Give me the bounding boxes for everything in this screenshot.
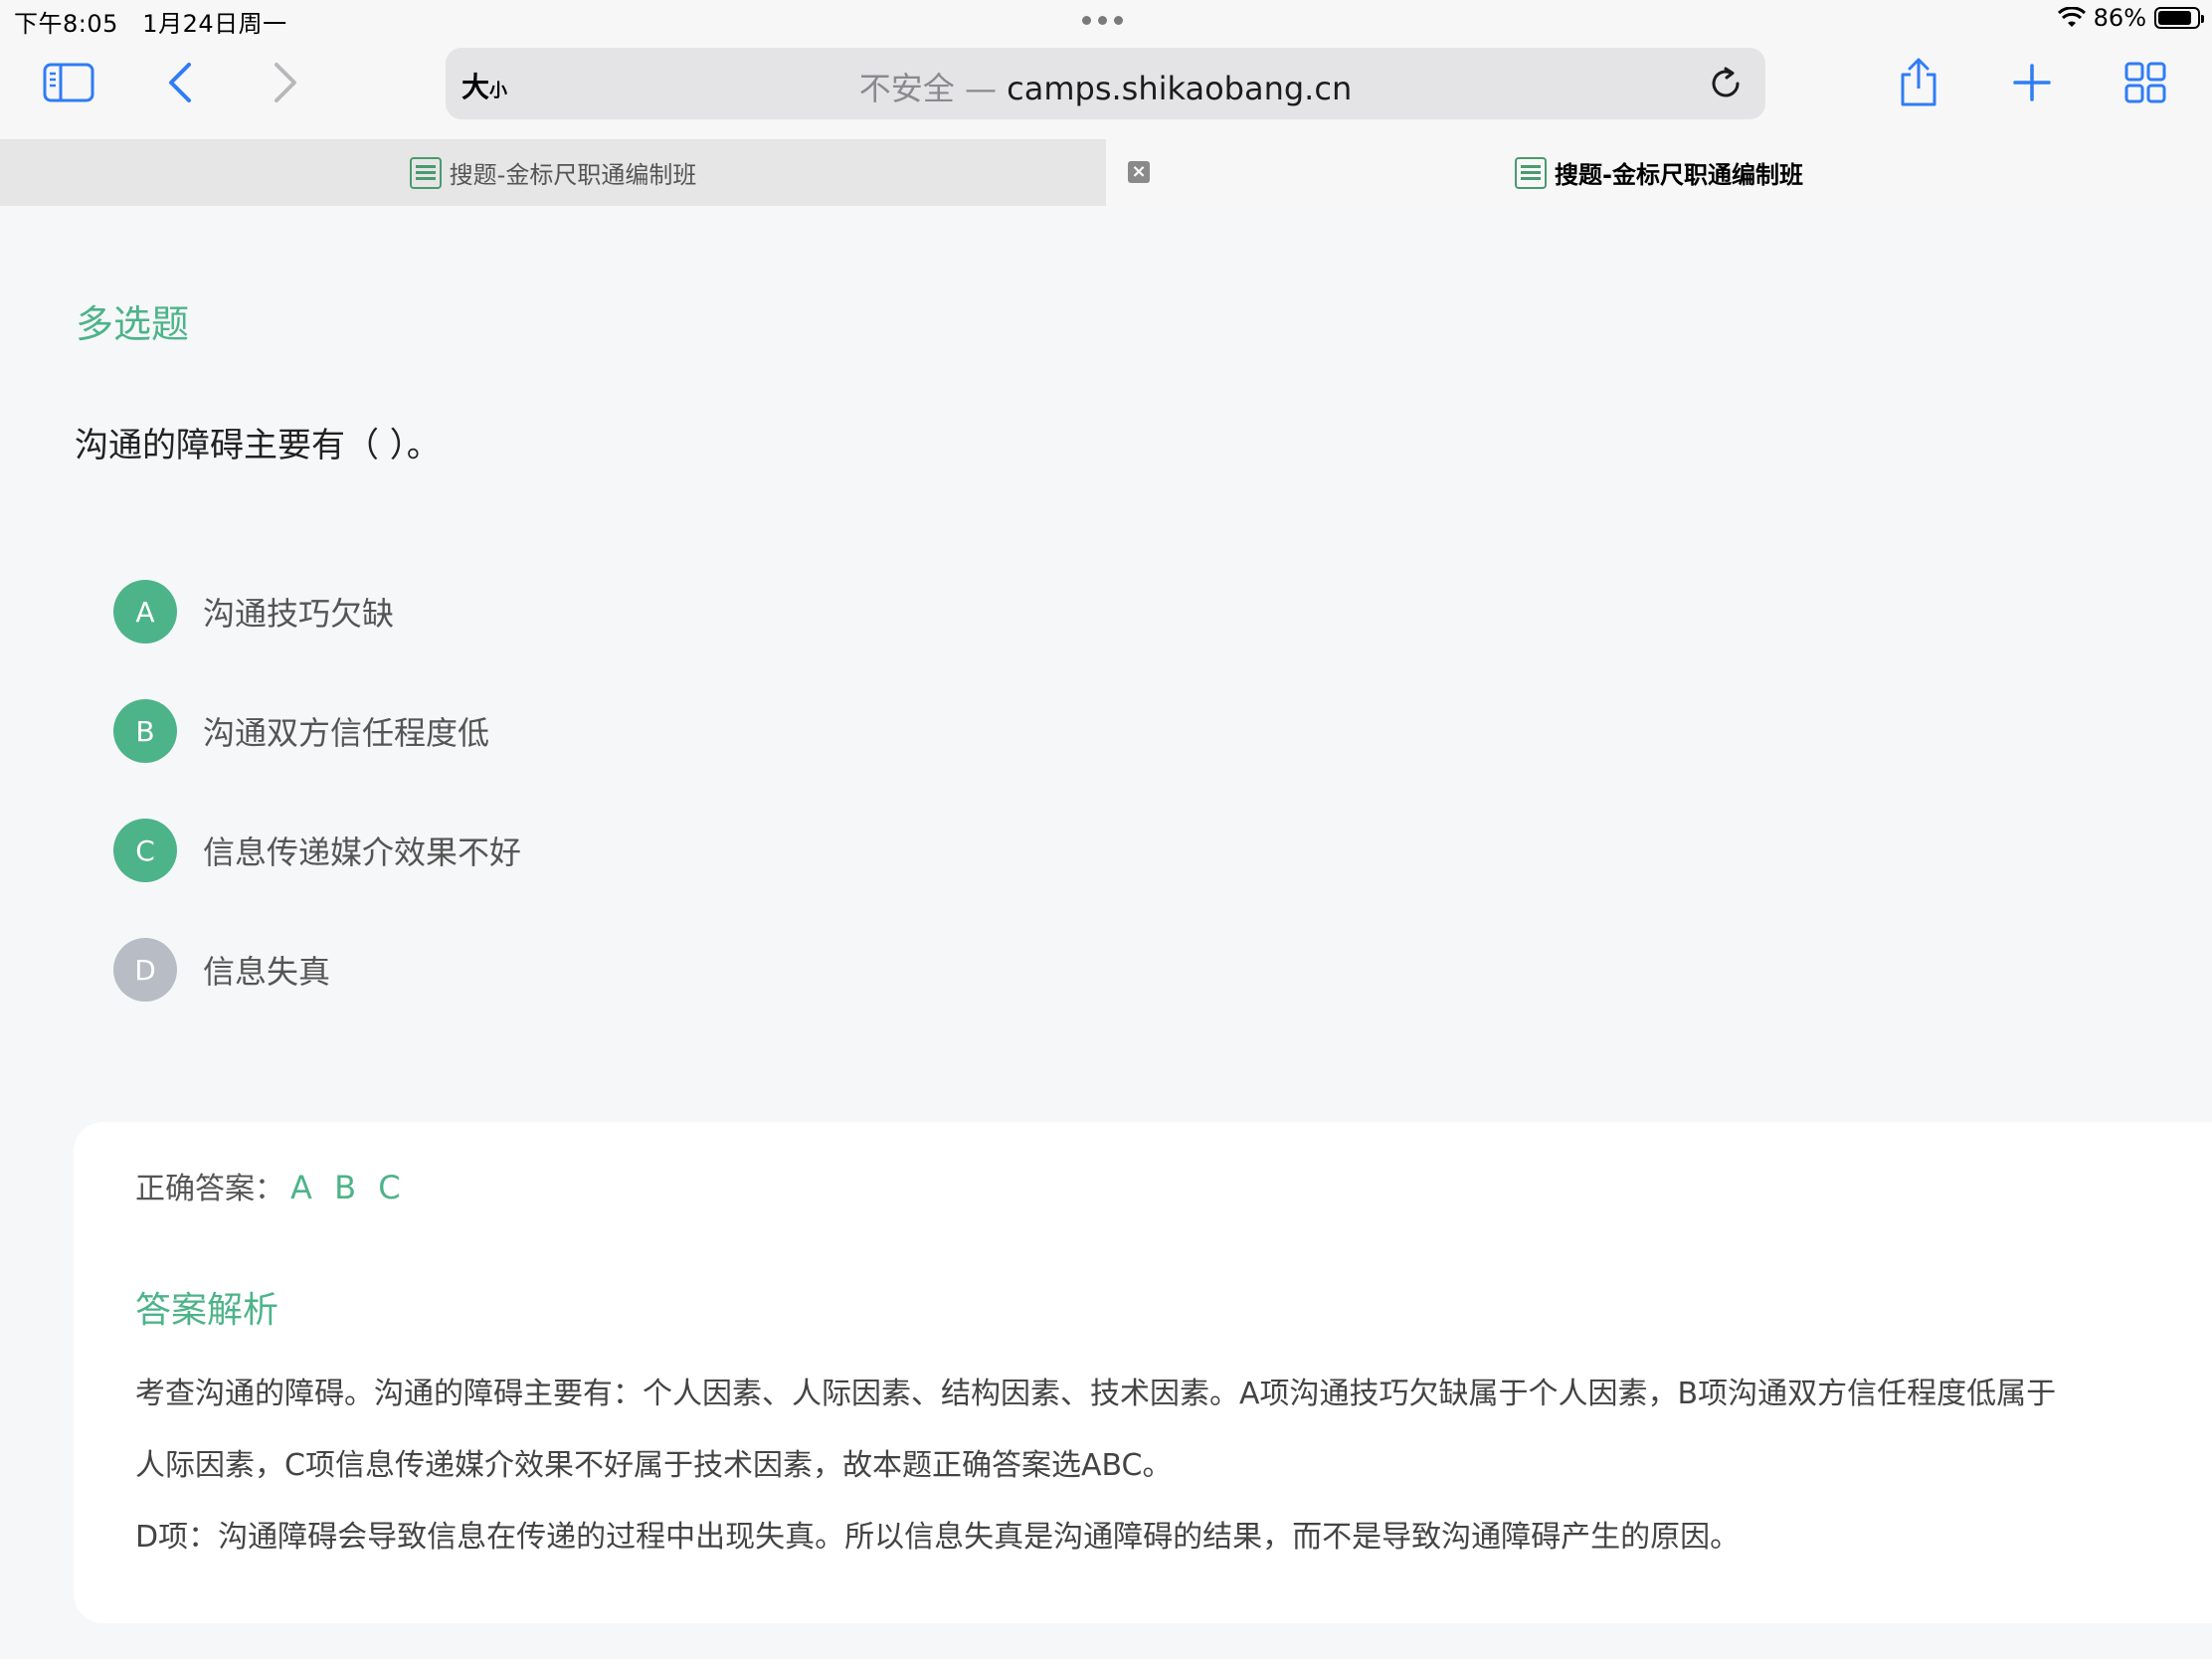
tab-overview-icon[interactable] (2111, 48, 2180, 117)
option-text: 信息失真 (203, 953, 331, 991)
correct-answer-label: 正确答案： (135, 1172, 284, 1206)
site-favicon-icon (1515, 156, 1548, 189)
answer-card: 正确答案： A B C 答案解析 考查沟通的障碍。沟通的障碍主要有：个人因素、人际… (74, 1122, 2212, 1623)
url-display[interactable]: 不安全 — camps.shikaobang.cn (446, 64, 1765, 109)
sidebar-toggle-icon[interactable] (34, 48, 103, 117)
wifi-icon (2057, 7, 2086, 27)
tab-bar: 搜题-金标尺职通编制班 × 搜题-金标尺职通编制班 (0, 139, 2212, 206)
analysis-body: 考查沟通的障碍。沟通的障碍主要有：个人因素、人际因素、结构因素、技术因素。A项沟… (135, 1359, 2194, 1573)
status-datetime: 下午8:05 1月24日周一 (14, 4, 287, 39)
reload-icon[interactable] (1706, 64, 1746, 103)
question-type: 多选题 (76, 302, 190, 346)
option-text: 沟通技巧欠缺 (203, 595, 395, 633)
forward-icon[interactable] (251, 48, 320, 117)
tab-title: 搜题-金标尺职通编制班 (1555, 161, 1803, 189)
site-favicon-icon (409, 156, 442, 189)
back-icon[interactable] (145, 48, 215, 117)
question-stem: 沟通的障碍主要有（ ）。 (75, 426, 441, 465)
option-letter: B (113, 699, 177, 763)
multitasking-dots-icon[interactable] (1082, 16, 1123, 25)
address-bar[interactable]: 大小 不安全 — camps.shikaobang.cn (446, 48, 1765, 119)
url-separator: — (954, 70, 1008, 107)
option-letter: A (113, 580, 177, 644)
analysis-title: 答案解析 (135, 1290, 279, 1331)
option-text: 沟通双方信任程度低 (203, 714, 490, 752)
option-text: 信息传递媒介效果不好 (203, 833, 522, 871)
close-tab-icon[interactable]: × (1128, 161, 1150, 183)
battery-percent: 86% (2093, 4, 2146, 32)
tab-title: 搜题-金标尺职通编制班 (449, 161, 697, 189)
url-domain: camps.shikaobang.cn (1007, 70, 1353, 107)
option-a[interactable]: A 沟通技巧欠缺 (113, 580, 521, 644)
browser-toolbar: 大小 不安全 — camps.shikaobang.cn (0, 40, 2212, 139)
battery-fill (2158, 11, 2191, 25)
option-d[interactable]: D 信息失真 (113, 938, 521, 1002)
analysis-line: 人际因素，C项信息传递媒介效果不好属于技术因素，故本题正确答案选ABC。 (135, 1448, 1173, 1483)
option-c[interactable]: C 信息传递媒介效果不好 (113, 819, 521, 882)
page-content: 多选题 沟通的障碍主要有（ ）。 A 沟通技巧欠缺 B 沟通双方信任程度低 C … (34, 207, 2212, 1659)
tab-active[interactable]: × 搜题-金标尺职通编制班 (1106, 139, 2212, 206)
tab-inactive[interactable]: 搜题-金标尺职通编制班 (0, 139, 1106, 206)
option-b[interactable]: B 沟通双方信任程度低 (113, 699, 521, 763)
correct-answer-value: A B C (290, 1169, 407, 1206)
status-bar: 下午8:05 1月24日周一 86% (0, 0, 2212, 40)
option-list: A 沟通技巧欠缺 B 沟通双方信任程度低 C 信息传递媒介效果不好 D 信息失真 (113, 580, 521, 1057)
option-letter: C (113, 819, 177, 882)
status-time: 下午8:05 (14, 10, 118, 38)
analysis-line: D项：沟通障碍会导致信息在传递的过程中出现失真。所以信息失真是沟通障碍的结果，而… (135, 1520, 1741, 1555)
status-date: 1月24日周一 (142, 10, 287, 38)
url-insecure-label: 不安全 (858, 70, 955, 107)
battery-icon (2154, 7, 2204, 29)
share-icon[interactable] (1884, 48, 1953, 117)
analysis-line: 考查沟通的障碍。沟通的障碍主要有：个人因素、人际因素、结构因素、技术因素。A项沟… (135, 1377, 2057, 1411)
correct-answer: 正确答案： A B C (135, 1164, 407, 1207)
new-tab-icon[interactable] (1997, 48, 2067, 117)
status-indicators: 86% (2057, 4, 2204, 32)
option-letter: D (113, 938, 177, 1002)
